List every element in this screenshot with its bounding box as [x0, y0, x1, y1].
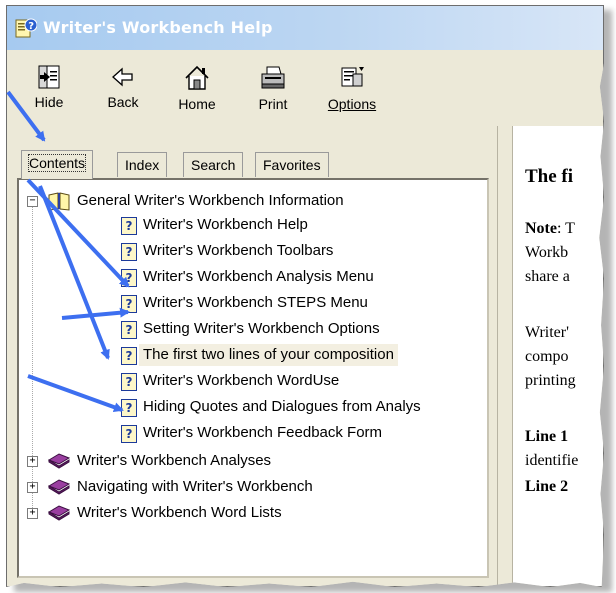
note-line-3: share a	[525, 268, 570, 285]
help-topic-icon: ?	[121, 347, 137, 365]
closed-book-icon	[47, 505, 71, 521]
tab-index[interactable]: Index	[117, 152, 168, 177]
tree-topic-item[interactable]: ? Writer's Workbench Help	[19, 214, 479, 238]
closed-book-icon	[47, 479, 71, 495]
help-app-icon: ?	[15, 18, 37, 38]
tree-topic-label: Setting Writer's Workbench Options	[143, 320, 380, 337]
collapse-icon[interactable]: −	[27, 196, 38, 207]
tree-topic-item[interactable]: ? Writer's Workbench Toolbars	[19, 240, 479, 264]
open-book-icon	[48, 192, 70, 211]
back-button[interactable]: Back	[93, 56, 153, 122]
options-label: Options	[327, 96, 377, 112]
home-icon	[185, 65, 209, 90]
tree-topic-label: Writer's Workbench Help	[143, 216, 308, 233]
note-line-1: Note: T	[525, 220, 575, 237]
window-title: Writer's Workbench Help	[43, 18, 273, 37]
tree-root-book[interactable]: − General Writer's Workbench Information	[19, 190, 479, 214]
tab-favorites[interactable]: Favorites	[255, 152, 329, 177]
tree-topic-label: Hiding Quotes and Dialogues from Analys	[143, 398, 421, 415]
topic-heading: The fi	[525, 166, 574, 187]
toolbar: Hide Back Home Print Options	[7, 50, 603, 127]
note-line-2: Workb	[525, 244, 569, 261]
tree-topic-label: Writer's Workbench WordUse	[143, 372, 340, 389]
tree-root-label: General Writer's Workbench Information	[77, 192, 344, 209]
help-topic-icon: ?	[121, 217, 137, 235]
tree-book-item[interactable]: + Writer's Workbench Analyses	[19, 450, 479, 474]
tree-topic-item[interactable]: ? Writer's Workbench WordUse	[19, 370, 479, 394]
help-topic-icon: ?	[121, 373, 137, 391]
hide-button[interactable]: Hide	[19, 56, 79, 122]
paragraph-line-1: Writer'	[525, 324, 569, 341]
topic-content-pane[interactable]: The fi Note: T Workb share a Writer' com…	[513, 126, 603, 586]
tree-book-label: Writer's Workbench Analyses	[77, 452, 272, 469]
tab-contents[interactable]: Contents	[21, 150, 94, 179]
printer-icon	[261, 66, 285, 89]
tree-book-label: Navigating with Writer's Workbench	[77, 478, 313, 495]
expand-icon[interactable]: +	[27, 508, 38, 519]
paragraph-line-3: printing	[525, 372, 576, 389]
options-button[interactable]: Options	[317, 56, 387, 122]
home-label: Home	[178, 96, 216, 112]
tree-topic-label: The first two lines of your composition	[139, 344, 398, 366]
closed-book-icon	[47, 453, 71, 469]
tree-book-item[interactable]: + Writer's Workbench Word Lists	[19, 502, 479, 526]
help-topic-icon: ?	[121, 243, 137, 261]
help-topic-icon: ?	[121, 295, 137, 313]
expand-icon[interactable]: +	[27, 456, 38, 467]
tree-topic-label: Writer's Workbench Feedback Form	[143, 424, 383, 441]
tree-topic-label: Writer's Workbench Analysis Menu	[143, 268, 374, 285]
help-window: ? Writer's Workbench Help Hide Back Home…	[6, 5, 604, 587]
home-button[interactable]: Home	[167, 56, 227, 122]
help-topic-icon: ?	[121, 399, 137, 417]
svg-text:?: ?	[28, 21, 34, 32]
tree-book-item[interactable]: + Navigating with Writer's Workbench	[19, 476, 479, 500]
print-label: Print	[258, 96, 288, 112]
options-icon	[341, 67, 364, 87]
tab-search[interactable]: Search	[183, 152, 244, 177]
back-arrow-icon	[112, 67, 133, 87]
print-button[interactable]: Print	[243, 56, 303, 122]
paragraph-line-2: compo	[525, 348, 569, 365]
line2-heading: Line 2	[525, 478, 569, 495]
hide-label: Hide	[34, 94, 64, 110]
help-topic-icon: ?	[121, 269, 137, 287]
hide-icon	[38, 65, 60, 89]
tree-topic-item[interactable]: ? The first two lines of your composition	[19, 344, 479, 368]
tree-topic-item[interactable]: ? Setting Writer's Workbench Options	[19, 318, 479, 342]
tree-topic-label: Writer's Workbench STEPS Menu	[143, 294, 368, 311]
tree-topic-item[interactable]: ? Writer's Workbench Analysis Menu	[19, 266, 479, 290]
back-label: Back	[107, 94, 139, 110]
navigation-pane: Contents Index Search Favorites − Genera…	[7, 126, 497, 586]
tree-book-label: Writer's Workbench Word Lists	[77, 504, 282, 521]
expand-icon[interactable]: +	[27, 482, 38, 493]
title-bar[interactable]: ? Writer's Workbench Help	[7, 6, 603, 50]
tree-topic-item[interactable]: ? Hiding Quotes and Dialogues from Analys	[19, 396, 479, 420]
tree-topic-label: Writer's Workbench Toolbars	[143, 242, 334, 259]
help-topic-icon: ?	[121, 425, 137, 443]
line1-text: identifie	[525, 452, 579, 469]
tree-topic-item[interactable]: ? Writer's Workbench Feedback Form	[19, 422, 479, 446]
help-topic-icon: ?	[121, 321, 137, 339]
line1-heading: Line 1	[525, 428, 569, 445]
contents-tree[interactable]: − General Writer's Workbench Information…	[17, 178, 489, 578]
pane-splitter[interactable]	[497, 126, 513, 586]
tree-topic-item[interactable]: ? Writer's Workbench STEPS Menu	[19, 292, 479, 316]
